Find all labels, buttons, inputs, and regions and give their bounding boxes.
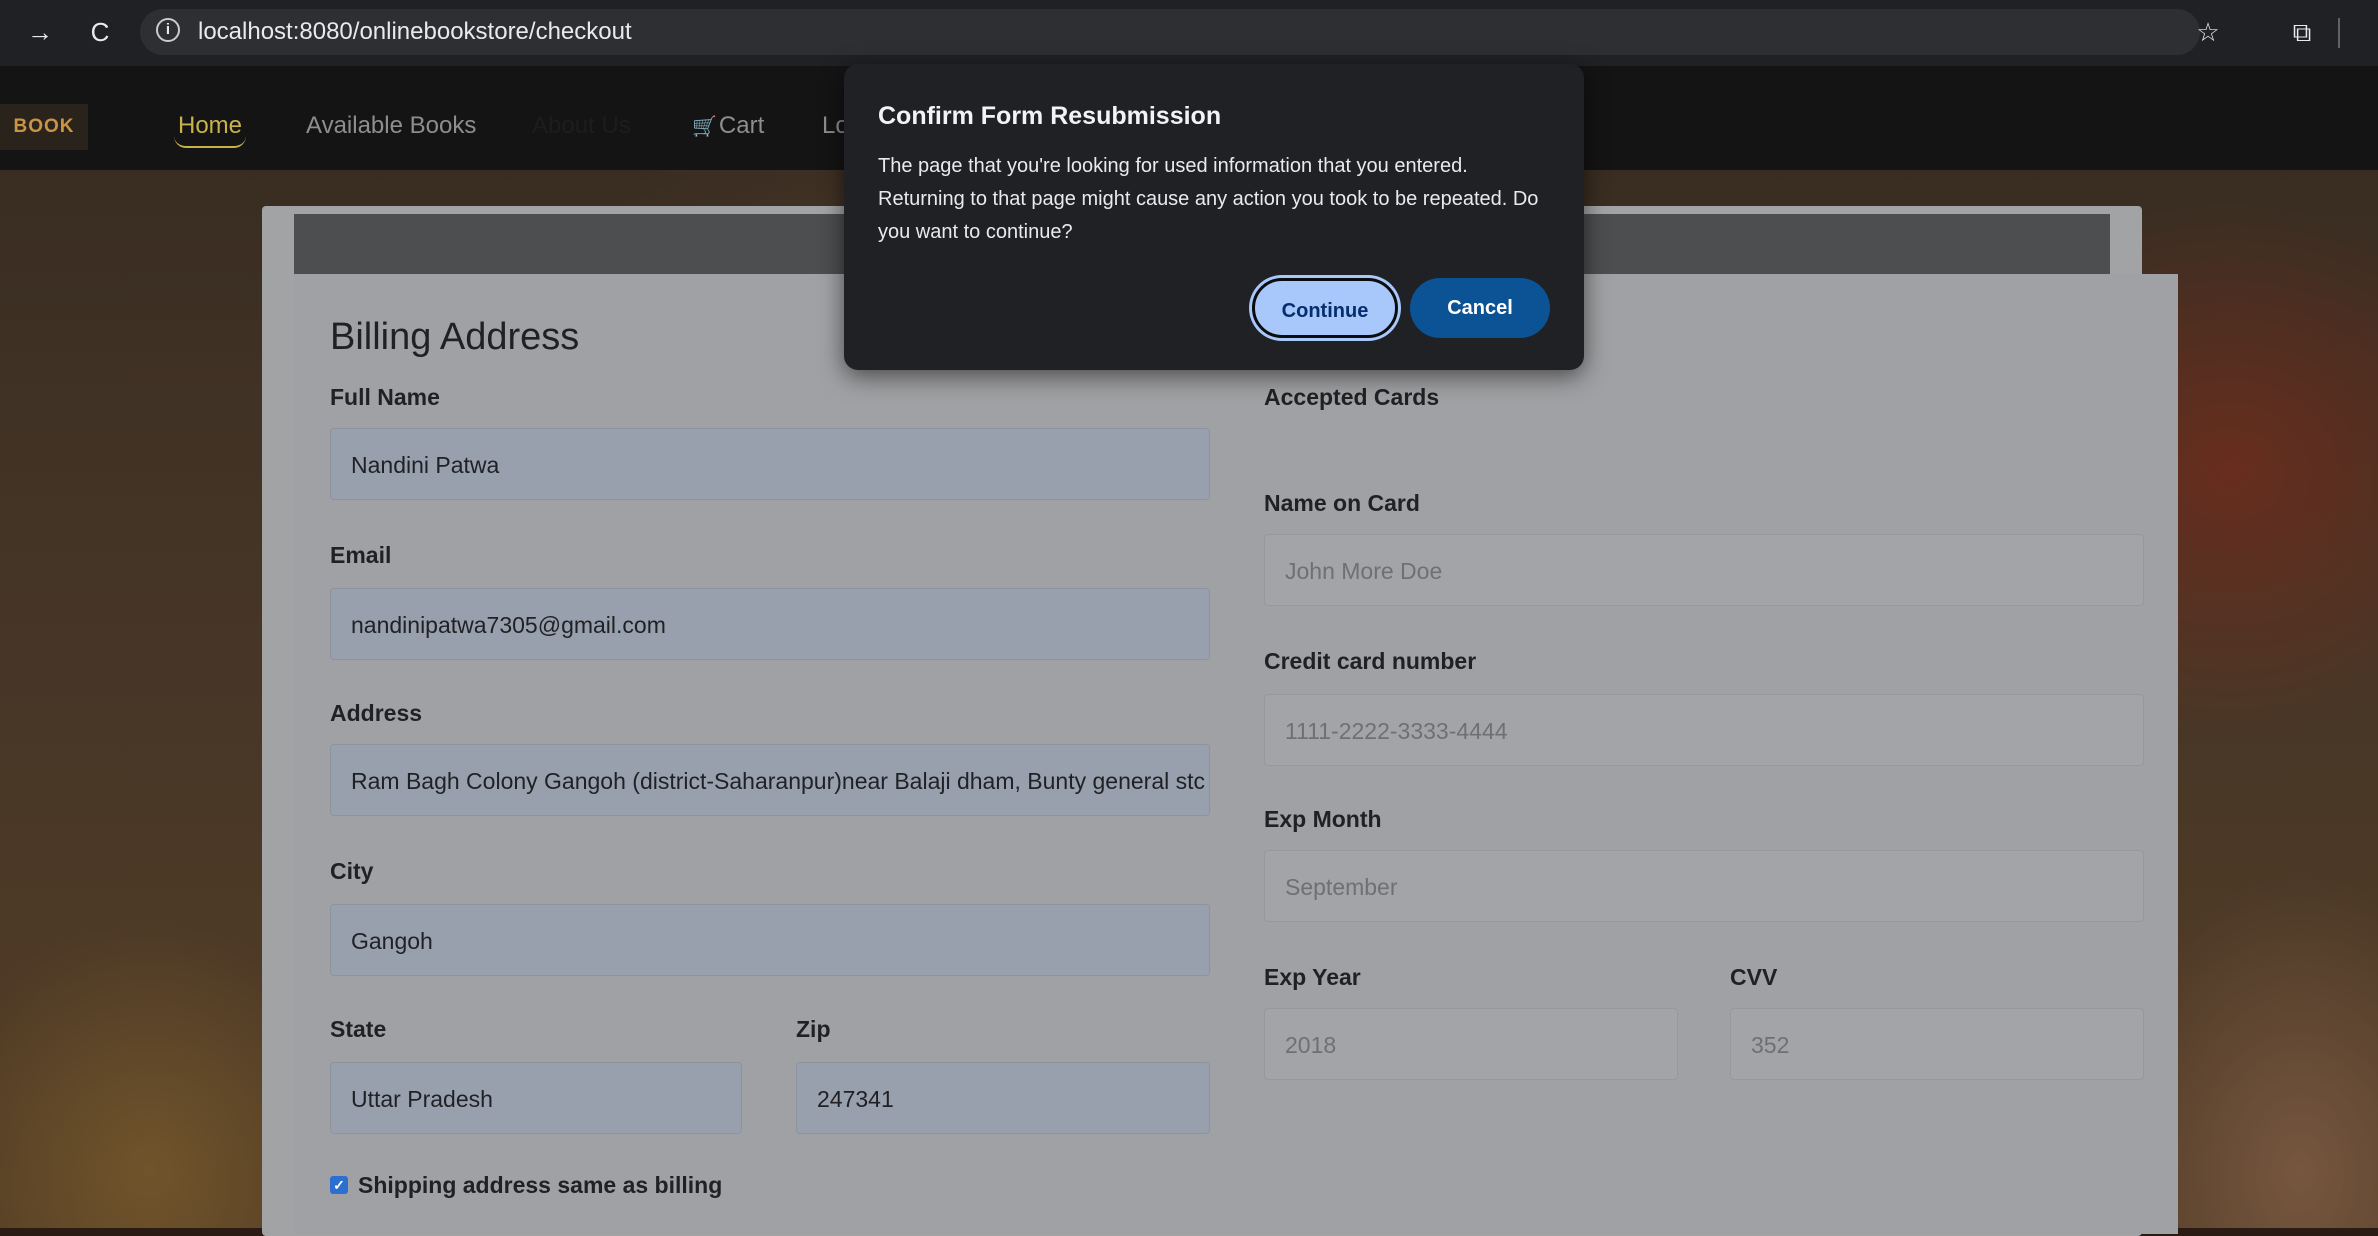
card-number-input[interactable]: 1111-2222-3333-4444 bbox=[1264, 694, 2144, 766]
confirm-resubmission-dialog: Confirm Form Resubmission The page that … bbox=[844, 64, 1584, 370]
name-on-card-label: Name on Card bbox=[1264, 490, 1420, 516]
zip-input[interactable]: 247341 bbox=[796, 1062, 1210, 1134]
exp-year-input[interactable]: 2018 bbox=[1264, 1008, 1678, 1080]
address-input[interactable]: Ram Bagh Colony Gangoh (district-Saharan… bbox=[330, 744, 1210, 816]
nav-available-books[interactable]: Available Books bbox=[306, 106, 476, 146]
extensions-icon[interactable]: ⧉ bbox=[2282, 12, 2322, 52]
browser-toolbar: → C i localhost:8080/onlinebookstore/che… bbox=[0, 0, 2378, 66]
continue-button[interactable]: Continue bbox=[1252, 278, 1398, 338]
dialog-title: Confirm Form Resubmission bbox=[878, 102, 1222, 130]
reload-icon[interactable]: C bbox=[80, 12, 120, 52]
exp-year-label: Exp Year bbox=[1264, 964, 1361, 990]
site-logo[interactable]: BOOK bbox=[0, 104, 88, 150]
state-label: State bbox=[330, 1016, 387, 1042]
full-name-label: Full Name bbox=[330, 384, 440, 410]
shipping-same-label[interactable]: Shipping address same as billing bbox=[358, 1172, 722, 1199]
address-bar[interactable]: i localhost:8080/onlinebookstore/checkou… bbox=[140, 9, 2220, 55]
cancel-button[interactable]: Cancel bbox=[1410, 278, 1550, 338]
forward-icon[interactable]: → bbox=[20, 12, 60, 52]
info-icon[interactable]: i bbox=[156, 18, 180, 42]
nav-about-us[interactable]: About Us bbox=[532, 106, 631, 146]
accepted-cards-label: Accepted Cards bbox=[1264, 384, 1440, 410]
url-text[interactable]: localhost:8080/onlinebookstore/checkout bbox=[198, 9, 632, 55]
zip-label: Zip bbox=[796, 1016, 831, 1042]
state-input[interactable]: Uttar Pradesh bbox=[330, 1062, 742, 1134]
address-label: Address bbox=[330, 700, 423, 726]
city-input[interactable]: Gangoh bbox=[330, 904, 1210, 976]
cvv-label: CVV bbox=[1730, 964, 1778, 990]
exp-month-input[interactable]: September bbox=[1264, 850, 2144, 922]
card-number-label: Credit card number bbox=[1264, 648, 1477, 674]
nav-home[interactable]: Home bbox=[174, 106, 247, 148]
billing-heading: Billing Address bbox=[330, 316, 580, 358]
toolbar-divider bbox=[2338, 18, 2340, 48]
dialog-message: The page that you're looking for used in… bbox=[878, 155, 1539, 243]
email-label: Email bbox=[330, 542, 392, 568]
name-on-card-input[interactable]: John More Doe bbox=[1264, 534, 2144, 606]
cart-icon: 🛒 bbox=[692, 116, 717, 138]
city-label: City bbox=[330, 858, 374, 884]
full-name-input[interactable]: Nandini Patwa bbox=[330, 428, 1210, 500]
shipping-same-checkbox[interactable]: ✓ bbox=[330, 1176, 348, 1194]
cvv-input[interactable]: 352 bbox=[1730, 1008, 2144, 1080]
nav-cart-label: Cart bbox=[718, 112, 765, 139]
exp-month-label: Exp Month bbox=[1264, 806, 1382, 832]
email-input[interactable]: nandinipatwa7305@gmail.com bbox=[330, 588, 1210, 660]
nav-cart[interactable]: 🛒Cart bbox=[692, 106, 764, 146]
bookmark-star-icon[interactable]: ☆ bbox=[2188, 12, 2228, 52]
